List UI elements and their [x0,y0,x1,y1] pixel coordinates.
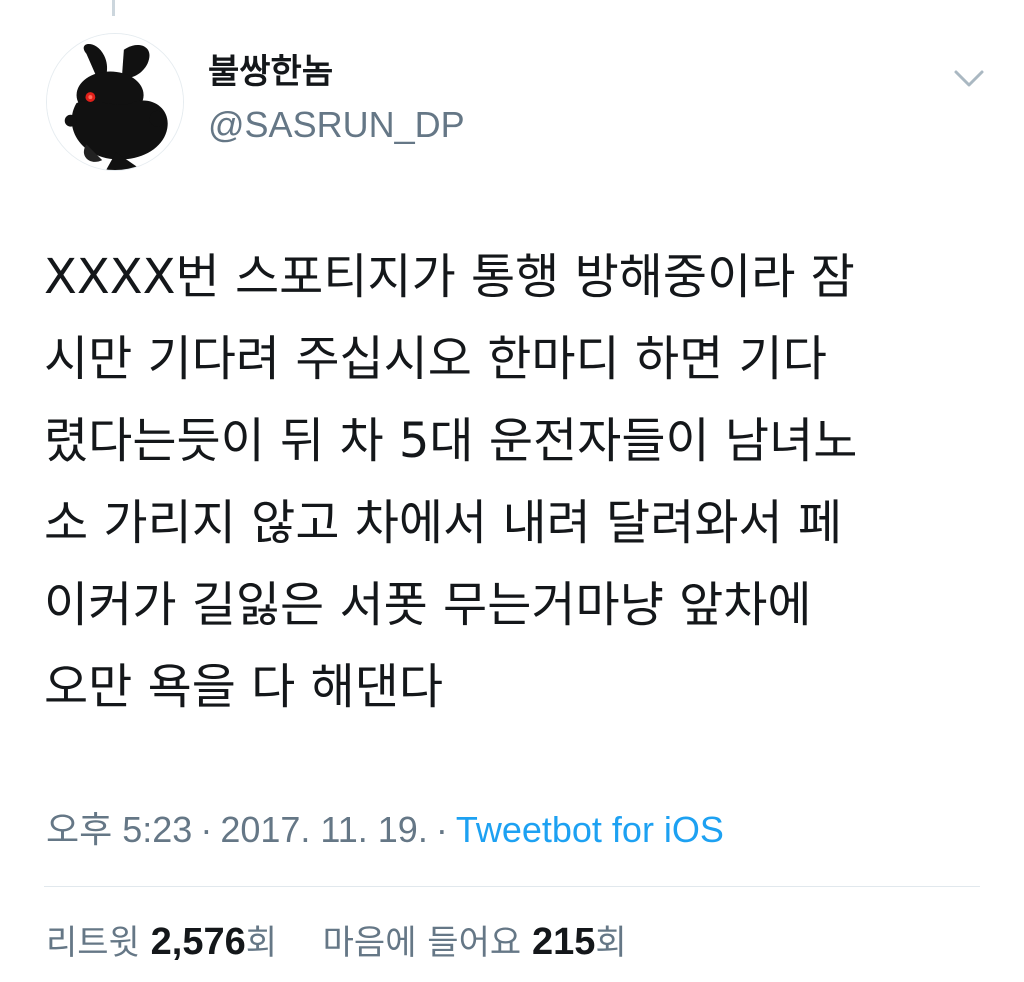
tweet-text-line: 시만 기다려 주십시오 한마디 하면 기다 [44,331,827,387]
meta-separator: · [200,809,213,850]
retweets-suffix: 회 [245,923,278,963]
tweet-text: XXXX번 스포티지가 통행 방해중이라 잠 시만 기다려 주십시오 한마디 하… [44,236,994,728]
client-link[interactable]: Tweetbot for iOS [456,809,724,850]
tweet-options-button[interactable] [948,62,990,94]
tweet-text-line: 소 가리지 않고 차에서 내려 달려와서 페 [44,495,843,551]
retweets-count: 2,576 [150,921,246,963]
retweets-stat[interactable]: 리트윗 2,576회 [46,921,288,963]
tweet-time[interactable]: 오후 5:23 [46,809,192,850]
tweet-meta: 오후 5:23 · 2017. 11. 19. · Tweetbot for iOS [46,806,724,854]
thread-connector-line [112,0,115,16]
tweet-text-line: 오만 욕을 다 해댄다 [44,659,444,715]
likes-label: 마음에 들어요 [322,923,522,963]
meta-separator: · [435,809,448,850]
likes-suffix: 회 [595,923,627,963]
tweet-text-line: XXXX번 스포티지가 통행 방해중이라 잠 [44,249,855,305]
likes-stat[interactable]: 마음에 들어요 215회 [322,921,627,963]
tweet-date[interactable]: 2017. 11. 19. [220,809,428,850]
tweet-stats: 리트윗 2,576회 마음에 들어요 215회 [46,918,627,967]
display-name[interactable]: 불쌍한놈 [208,52,333,92]
user-handle[interactable]: @SASRUN_DP [208,103,465,147]
tweet-text-line: 렸다는듯이 뒤 차 5대 운전자들이 남녀노 [44,413,858,469]
retweets-label: 리트윗 [46,923,140,963]
divider [44,886,980,887]
tweet-text-line: 이커가 길잃은 서폿 무는거마냥 앞차에 [44,577,812,633]
likes-count: 215 [531,921,596,963]
chevron-down-icon [954,70,984,87]
avatar[interactable] [46,33,184,171]
rabbit-silhouette-avatar-icon [47,34,183,170]
